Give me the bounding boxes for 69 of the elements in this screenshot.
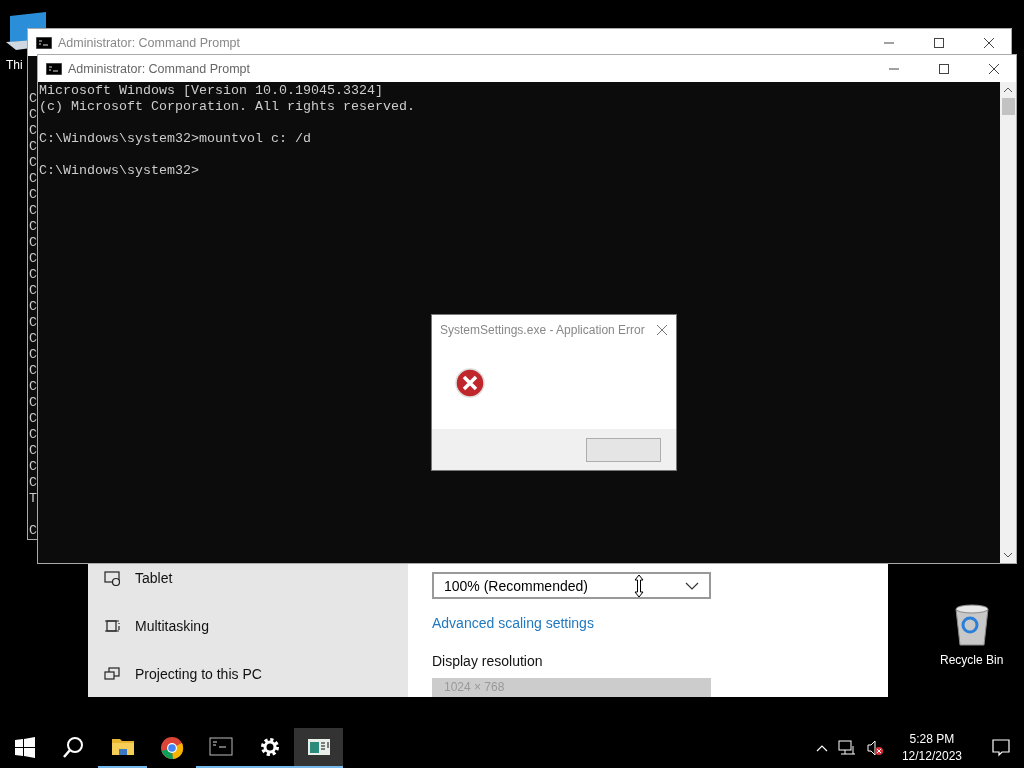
desktop-icon-label[interactable]: Thi <box>6 58 23 72</box>
close-icon[interactable] <box>988 62 1000 75</box>
scroll-down-icon[interactable] <box>1003 552 1013 558</box>
console-line: C <box>29 331 37 347</box>
console-line: C <box>29 443 37 459</box>
advanced-scaling-link[interactable]: Advanced scaling settings <box>432 615 594 631</box>
maximize-icon[interactable] <box>933 36 945 49</box>
console-line: C <box>29 107 37 123</box>
console-icon <box>208 735 233 759</box>
console-line: C <box>29 299 37 315</box>
console-line: C <box>29 379 37 395</box>
scroll-thumb[interactable] <box>1001 98 1015 115</box>
window-title: Administrator: Command Prompt <box>68 61 251 76</box>
console-line: C <box>29 251 37 267</box>
search-icon <box>61 736 86 760</box>
console-line: C <box>29 219 37 235</box>
error-icon <box>454 367 486 399</box>
console-line: C <box>29 187 37 203</box>
scale-dropdown[interactable]: 100% (Recommended) <box>432 572 711 599</box>
console-icon <box>36 36 52 49</box>
notification-icon[interactable] <box>992 739 1010 757</box>
console-line: C <box>29 267 37 283</box>
console-line: C <box>29 363 37 379</box>
chevron-up-icon[interactable] <box>815 744 828 752</box>
dialog-title: SystemSettings.exe - Application Error <box>440 323 646 337</box>
console-line: C:\Windows\system32> <box>39 163 199 179</box>
console-line: C:\Windows\system32>mountvol c: /d <box>39 131 311 147</box>
console-line: Microsoft Windows [Version 10.0.19045.3324] <box>39 83 383 99</box>
sidebar-item[interactable]: Projecting to this PC <box>88 664 408 684</box>
scroll-up-icon[interactable] <box>1003 87 1013 93</box>
console-line: C <box>29 475 37 491</box>
projecting-icon <box>104 666 120 682</box>
console-line: C <box>29 235 37 251</box>
scrollbar[interactable] <box>1000 82 1016 563</box>
resize-cursor-icon <box>633 573 645 598</box>
console-line: C <box>29 283 37 299</box>
maximize-icon[interactable] <box>938 62 950 75</box>
clock[interactable]: 5:28 PM 12/12/2023 <box>901 731 962 765</box>
sidebar-item[interactable]: Tablet <box>88 568 408 588</box>
console-line: C <box>29 411 37 427</box>
close-icon[interactable] <box>983 36 995 49</box>
taskbar-button[interactable] <box>294 728 343 768</box>
console-line: T <box>29 491 37 507</box>
console-line: C <box>29 523 37 539</box>
close-icon[interactable] <box>656 324 668 336</box>
network-icon[interactable] <box>837 740 856 756</box>
console-line: C <box>29 427 37 443</box>
chevron-down-icon <box>685 581 699 590</box>
console-line: C <box>29 91 37 107</box>
desktop-icon-label[interactable]: Recycle Bin <box>940 653 1004 667</box>
chrome-icon <box>159 736 184 760</box>
multitasking-icon <box>104 618 120 634</box>
display-resolution-label: Display resolution <box>432 653 543 669</box>
window-title: Administrator: Command Prompt <box>58 35 241 50</box>
windows-logo-icon <box>12 736 37 760</box>
console-line: C <box>29 171 37 187</box>
volume-muted-icon[interactable] <box>865 740 884 756</box>
tablet-icon <box>104 570 120 586</box>
console-line: (c) Microsoft Corporation. All rights reserved. <box>39 99 415 115</box>
sidebar-item[interactable]: Multitasking <box>88 616 408 636</box>
console-line: C <box>29 315 37 331</box>
console-line: C <box>29 459 37 475</box>
console-line: C <box>29 139 37 155</box>
console-line: C <box>29 123 37 139</box>
console-line: C <box>29 347 37 363</box>
console-line: C <box>29 155 37 171</box>
console-line: C <box>29 203 37 219</box>
console-line: C <box>29 395 37 411</box>
console-icon <box>46 62 62 75</box>
